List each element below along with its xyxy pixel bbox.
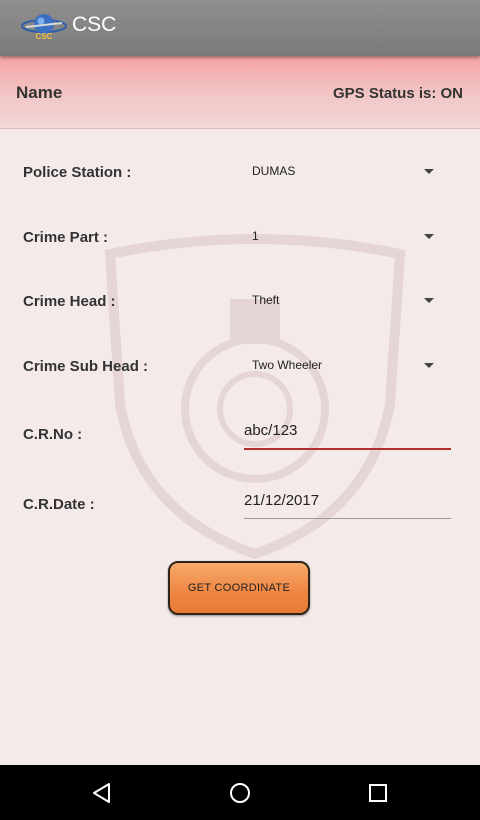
gps-status: GPS Status is: ON — [332, 85, 463, 102]
header-banner: Name GPS Status is: ON — [0, 56, 480, 129]
crime-sub-head-label: Crime Sub Head : — [23, 358, 149, 375]
police-station-label: Police Station : — [23, 164, 132, 181]
police-station-dropdown[interactable]: DUMAS — [244, 155, 450, 189]
system-nav-bar — [0, 765, 480, 820]
app-title: CSC — [72, 13, 117, 36]
chevron-down-icon — [424, 298, 434, 303]
chevron-down-icon — [424, 169, 434, 174]
cr-no-label: C.R.No : — [23, 426, 83, 443]
cr-no-value: abc/123 — [244, 422, 298, 439]
crime-sub-head-value: Two Wheeler — [252, 358, 323, 372]
crime-part-value: 1 — [252, 229, 259, 243]
name-label: Name — [16, 83, 63, 102]
form-content: Police Station : DUMAS Crime Part : 1 Cr… — [0, 129, 480, 765]
home-icon[interactable] — [226, 779, 254, 807]
get-coordinate-button[interactable]: GET COORDINATE — [168, 561, 310, 615]
csc-logo-icon[interactable]: CSC — [20, 9, 68, 43]
cr-date-input[interactable]: 21/12/2017 — [244, 488, 451, 519]
crime-sub-head-dropdown[interactable]: Two Wheeler — [244, 349, 450, 383]
back-icon[interactable] — [88, 779, 116, 807]
chevron-down-icon — [424, 363, 434, 368]
cr-date-value: 21/12/2017 — [244, 492, 320, 509]
crime-part-label: Crime Part : — [23, 229, 109, 246]
cr-no-input[interactable]: abc/123 — [244, 418, 451, 450]
recents-icon[interactable] — [364, 779, 392, 807]
logo-text: CSC — [36, 32, 53, 41]
crime-part-dropdown[interactable]: 1 — [244, 220, 450, 254]
crime-head-label: Crime Head : — [23, 293, 116, 310]
cr-date-label: C.R.Date : — [23, 496, 95, 513]
app-bar: CSC CSC — [0, 0, 480, 56]
chevron-down-icon — [424, 234, 434, 239]
crime-head-dropdown[interactable]: Theft — [244, 284, 450, 318]
crime-head-value: Theft — [252, 293, 280, 307]
police-station-value: DUMAS — [252, 164, 296, 178]
